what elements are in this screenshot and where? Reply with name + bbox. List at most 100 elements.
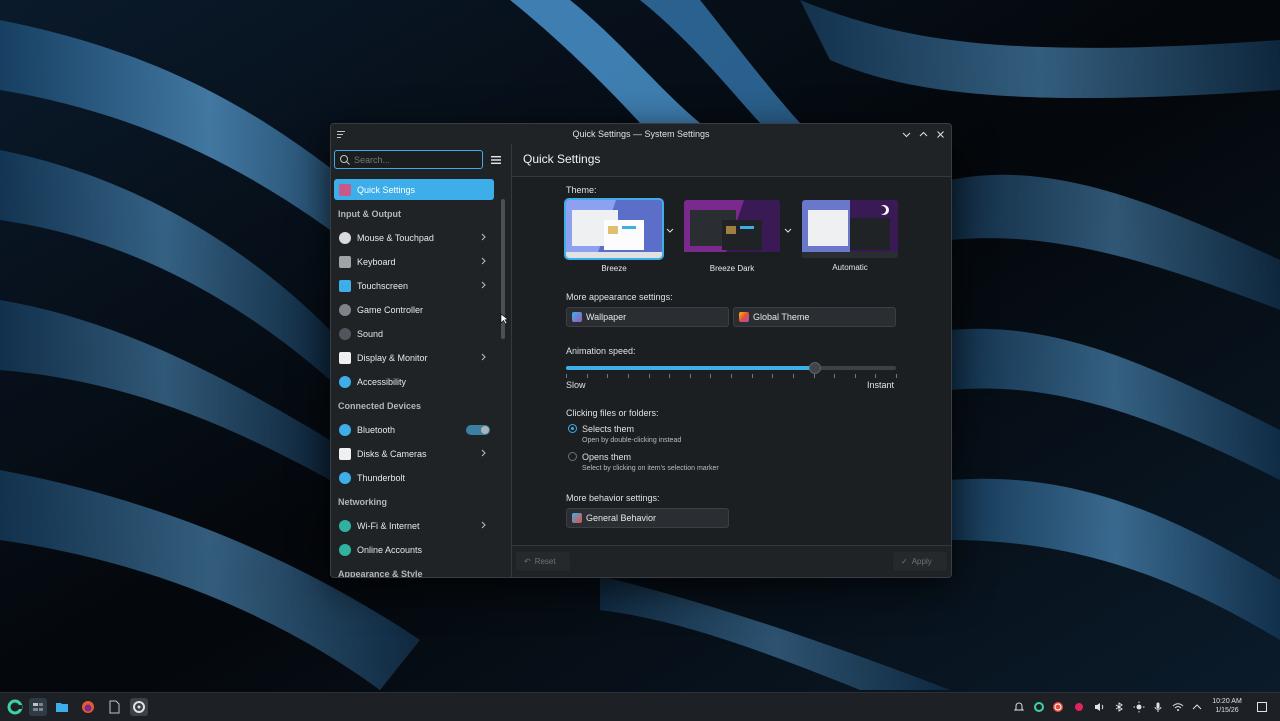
theme-card-automatic[interactable] <box>802 200 898 258</box>
slider-handle[interactable] <box>808 362 821 374</box>
theme-name-breeze: Breeze <box>601 264 627 273</box>
breeze-variant-chevron-icon[interactable] <box>665 225 675 235</box>
maximize-button[interactable] <box>917 126 930 142</box>
general-behavior-icon <box>572 513 582 523</box>
sidebar-item-game-controller[interactable]: Game Controller <box>334 299 494 320</box>
volume-icon[interactable] <box>1093 701 1105 713</box>
animation-speed-slider[interactable] <box>566 362 897 378</box>
pager-icon[interactable] <box>29 698 47 716</box>
opens-them-radio[interactable] <box>568 452 577 461</box>
sidebar-item-display-monitor[interactable]: Display & Monitor <box>334 347 494 368</box>
opens-them-hint: Select by clicking on item's selection m… <box>582 465 719 472</box>
general-behavior-button[interactable]: General Behavior <box>566 508 729 528</box>
sidebar-item-label: Wi-Fi & Internet <box>357 520 420 531</box>
wifi-icon[interactable] <box>1172 701 1184 713</box>
slider-tick <box>628 374 629 378</box>
sidebar-item-label: Mouse & Touchpad <box>357 232 434 243</box>
theme-card-breeze-dark[interactable] <box>684 200 780 258</box>
clock[interactable]: 10:20 AM 1/15/26 <box>1204 697 1250 715</box>
monitor-icon <box>339 351 351 364</box>
slider-tick <box>896 374 897 378</box>
sidebar-item-keyboard[interactable]: Keyboard <box>334 251 494 272</box>
apply-button[interactable]: ✓ Apply <box>893 552 947 571</box>
notification-bell-icon[interactable] <box>1013 701 1025 713</box>
toggle-knob <box>481 426 489 434</box>
system-settings-window: Quick Settings — System Settings Quick S… <box>330 123 952 578</box>
selects-them-hint: Open by double-clicking instead <box>582 437 682 444</box>
disk-icon <box>339 447 351 460</box>
slider-tick <box>875 374 876 378</box>
document-icon[interactable] <box>105 698 123 716</box>
brightness-icon[interactable] <box>1133 701 1145 713</box>
system-settings-task-icon[interactable] <box>130 698 148 716</box>
bluetooth-toggle[interactable] <box>466 425 490 435</box>
reset-button-label: Reset <box>534 557 556 566</box>
sidebar-item-touchscreen[interactable]: Touchscreen <box>334 275 494 296</box>
sidebar-item-mouse-touchpad[interactable]: Mouse & Touchpad <box>334 227 494 248</box>
slider-tick <box>814 374 815 378</box>
chevron-up-icon <box>919 131 928 136</box>
search-icon <box>340 154 350 165</box>
search-field[interactable] <box>334 150 483 169</box>
slider-tick <box>710 374 711 378</box>
wallpaper-button-label: Wallpaper <box>586 312 627 322</box>
update-icon[interactable] <box>1052 701 1064 713</box>
theme-card-breeze[interactable] <box>564 198 664 260</box>
dolphin-file-manager-icon[interactable] <box>53 698 71 716</box>
clicking-files-label: Clicking files or folders: <box>566 408 659 418</box>
slow-label: Slow <box>566 380 586 390</box>
show-desktop-icon[interactable] <box>1256 701 1268 713</box>
touchscreen-icon <box>339 279 351 292</box>
slider-tick <box>690 374 691 378</box>
slider-tick <box>731 374 732 378</box>
global-theme-button[interactable]: Global Theme <box>733 307 896 327</box>
breeze-dark-variant-chevron-icon[interactable] <box>783 225 793 235</box>
animation-speed-label: Animation speed: <box>566 346 636 356</box>
slider-tick <box>772 374 773 378</box>
sidebar-item-accessibility[interactable]: Accessibility <box>334 371 494 392</box>
app-launcher-icon[interactable] <box>6 698 24 716</box>
search-input[interactable] <box>352 154 474 165</box>
online-accounts-icon <box>339 543 351 556</box>
sidebar-item-wi-fi-internet[interactable]: Wi-Fi & Internet <box>334 515 494 536</box>
sidebar-item-label: Game Controller <box>357 304 424 315</box>
global-theme-icon <box>739 312 749 322</box>
recording-indicator-icon[interactable] <box>1073 701 1085 713</box>
sidebar-item-quick-settings[interactable]: Quick Settings <box>334 179 494 200</box>
wallpaper-icon <box>572 312 582 322</box>
microphone-icon[interactable] <box>1152 701 1164 713</box>
sidebar-item-thunderbolt[interactable]: Thunderbolt <box>334 467 494 488</box>
slider-tick <box>855 374 856 378</box>
sidebar-item-disks-cameras[interactable]: Disks & Cameras <box>334 443 494 464</box>
keyboard-icon <box>339 255 351 268</box>
sidebar-item-label: Quick Settings <box>357 184 416 195</box>
sidebar-item-bluetooth[interactable]: Bluetooth <box>334 419 494 440</box>
sidebar-item-sound[interactable]: Sound <box>334 323 494 344</box>
firefox-icon[interactable] <box>79 698 97 716</box>
global-theme-button-label: Global Theme <box>753 312 810 322</box>
reset-button[interactable]: ↶ Reset <box>516 552 570 571</box>
minimize-button[interactable] <box>900 126 913 142</box>
sidebar-item-online-accounts[interactable]: Online Accounts <box>334 539 494 560</box>
slider-tick <box>607 374 608 378</box>
plasma-logo-icon[interactable] <box>1033 701 1045 713</box>
hamburger-menu-icon[interactable] <box>489 153 503 167</box>
selects-them-label: Selects them <box>582 424 635 434</box>
selects-them-radio[interactable] <box>568 424 577 433</box>
window-menu-icon[interactable] <box>335 128 347 140</box>
chevron-right-icon <box>481 353 486 361</box>
sidebar-item-label: Online Accounts <box>357 544 423 555</box>
speaker-icon <box>339 327 351 340</box>
title-bar[interactable]: Quick Settings — System Settings <box>331 124 951 144</box>
chevron-down-icon <box>902 132 911 137</box>
slider-tick <box>834 374 835 378</box>
tray-expand-icon[interactable] <box>1191 701 1203 713</box>
close-button[interactable] <box>934 126 947 142</box>
sidebar-item-label: Accessibility <box>357 376 407 387</box>
wallpaper-button[interactable]: Wallpaper <box>566 307 729 327</box>
general-behavior-button-label: General Behavior <box>586 513 657 523</box>
bluetooth-icon <box>339 423 351 436</box>
slider-tick <box>649 374 650 378</box>
bluetooth-tray-icon[interactable] <box>1113 701 1125 713</box>
gamepad-icon <box>339 303 351 316</box>
